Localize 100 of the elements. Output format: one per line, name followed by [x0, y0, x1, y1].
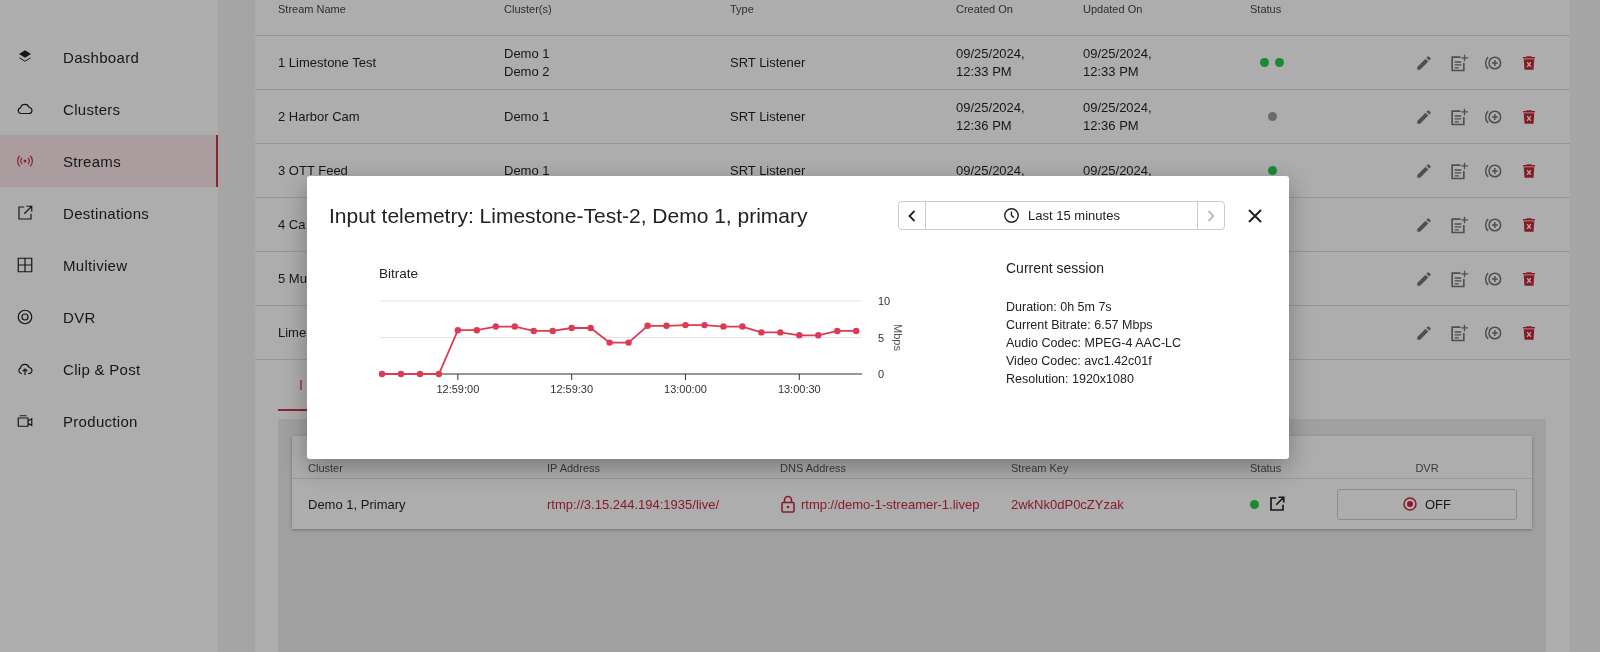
table-cell-text: 09/25/2024, 12:33 PM [1083, 44, 1153, 81]
external-link-icon[interactable] [1268, 495, 1286, 513]
session-detail: Resolution: 1920x1080 [1006, 371, 1135, 388]
data-point [435, 370, 443, 378]
data-point [492, 323, 499, 330]
chart-title: Bitrate [379, 266, 419, 281]
pencil-icon[interactable] [1415, 215, 1433, 234]
sidebar-item[interactable]: DVR [0, 291, 218, 343]
sidebar-item[interactable]: Streams [0, 135, 218, 187]
data-point [796, 332, 803, 339]
column-header: Cluster [308, 462, 344, 474]
clock-icon [1003, 207, 1021, 224]
column-header: DNS Address [780, 462, 848, 474]
video-camera-icon [16, 412, 34, 430]
table-cell-text: 2wkNk0dP0cZYzak [1011, 496, 1125, 512]
target-icon [16, 308, 34, 326]
close-button[interactable] [1247, 207, 1263, 224]
data-point [587, 324, 594, 332]
column-header: DVR [1414, 462, 1440, 474]
tick-label: 12:59:30 [550, 383, 594, 395]
column-header: Cluster(s) [504, 3, 552, 15]
data-point [701, 321, 708, 329]
sidebar-item[interactable]: Clusters [0, 83, 218, 135]
time-range-button[interactable]: Last 15 minutes [925, 202, 1198, 229]
trash-icon[interactable] [1520, 269, 1538, 288]
table-cell: Demo 1 [504, 107, 550, 126]
table-cell-text: Demo 1, Primary [308, 496, 407, 512]
note-plus-icon[interactable] [1448, 268, 1468, 289]
data-point [549, 327, 556, 335]
external-link-icon [16, 204, 34, 222]
link[interactable]: rtmp://demo-1-streamer-1.livep [801, 496, 980, 512]
tick-label: 10 [878, 295, 891, 307]
data-point [416, 370, 424, 378]
data-point [739, 323, 746, 330]
sidebar-item[interactable]: Multiview [0, 239, 218, 291]
session-detail: Audio Codec: MPEG-4 AAC-LC [1006, 335, 1182, 352]
pencil-icon[interactable] [1415, 161, 1433, 180]
trash-icon[interactable] [1520, 161, 1538, 180]
link[interactable]: rtmp://3.15.244.194:1935/live/ [547, 496, 780, 512]
pencil-icon[interactable] [1415, 269, 1433, 288]
trash-icon[interactable] [1520, 323, 1538, 342]
table-cell: SRT Listener [730, 55, 806, 70]
note-plus-icon[interactable] [1448, 106, 1468, 127]
sidebar-item[interactable]: Clip & Post [0, 343, 218, 395]
table-cell: 1 Limestone Test [278, 55, 377, 70]
table-cell: 3 OTT Feed [278, 163, 348, 178]
column-header: Stream Name [278, 3, 346, 15]
trash-icon[interactable] [1520, 53, 1538, 72]
note-plus-icon[interactable] [1448, 214, 1468, 235]
data-point [606, 339, 613, 346]
note-plus-icon[interactable] [1448, 52, 1468, 73]
pencil-icon[interactable] [1415, 53, 1433, 72]
table-cell-text: 09/25/2024, 12:33 PM [956, 44, 1026, 81]
table-cell: 09/25/2024, [956, 161, 1025, 180]
table-cell: 09/25/2024, [1083, 161, 1152, 180]
table-cell: SRT Listener [730, 163, 806, 178]
table-cell: Lime [278, 325, 307, 340]
table-cell-text: 09/25/2024, 12:36 PM [1083, 98, 1153, 135]
data-point [682, 321, 689, 329]
note-plus-icon[interactable] [1448, 160, 1468, 181]
column-header: Stream Key [1011, 462, 1070, 474]
data-point [397, 370, 405, 378]
close-icon [1247, 207, 1263, 224]
pencil-icon[interactable] [1415, 323, 1433, 342]
column-header: Status [1250, 462, 1283, 474]
data-point [454, 327, 462, 334]
table-cell: SRT Listener [730, 109, 806, 124]
column-header: Created On [956, 3, 1013, 15]
tick-label: 12:59:00 [436, 383, 480, 395]
grid-icon [16, 256, 34, 274]
sidebar-item[interactable]: Dashboard [0, 31, 218, 83]
trash-icon[interactable] [1520, 107, 1538, 126]
record-icon [1403, 497, 1417, 511]
session-detail: Duration: 0h 5m 7s [1006, 299, 1113, 316]
column-header: IP Address [547, 462, 601, 474]
session-detail: Video Codec: avc1.42c01f [1006, 353, 1153, 370]
data-point [815, 332, 822, 339]
data-point [720, 323, 727, 330]
column-header: Updated On [1083, 3, 1143, 15]
axis-title: Mbps [892, 324, 904, 351]
note-plus-icon[interactable] [1448, 322, 1468, 343]
data-point [758, 329, 765, 336]
data-point [473, 327, 481, 334]
data-point [853, 327, 860, 335]
dvr-button[interactable]: OFF [1337, 488, 1517, 520]
sidebar-item[interactable]: Production [0, 395, 218, 447]
section-title: Current session [1006, 260, 1106, 276]
session-detail: Current Bitrate: 6.57 Mbps [1006, 317, 1154, 334]
data-point [378, 370, 386, 378]
data-point [834, 327, 841, 335]
lock-icon [780, 495, 796, 513]
trash-icon[interactable] [1520, 215, 1538, 234]
pencil-icon[interactable] [1415, 107, 1433, 126]
sidebar-item[interactable]: Destinations [0, 187, 218, 239]
data-point [663, 322, 670, 329]
table-cell: Demo 1 [504, 161, 550, 180]
data-point [644, 322, 651, 329]
chevron-right-icon [1206, 208, 1216, 223]
column-header: Type [730, 3, 754, 15]
dialog-title: Input telemetry: Limestone-Test-2, Demo 1, primary [329, 203, 809, 228]
